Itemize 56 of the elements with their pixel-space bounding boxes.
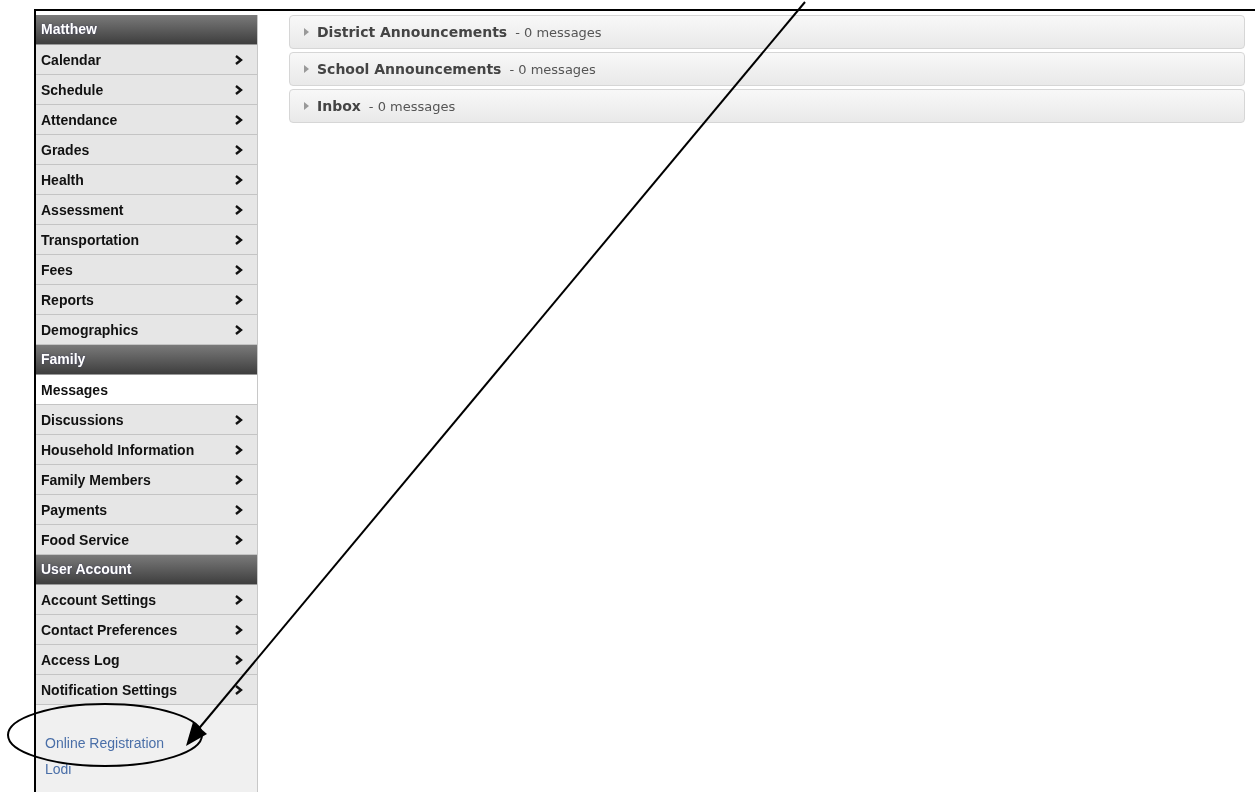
expand-triangle-icon bbox=[304, 65, 309, 73]
message-count: - 0 messages bbox=[515, 24, 602, 40]
chevron-icon bbox=[235, 414, 243, 425]
menu-item[interactable]: Food Service bbox=[36, 525, 257, 555]
menu-item[interactable]: Fees bbox=[36, 255, 257, 285]
chevron-icon bbox=[235, 84, 243, 95]
menu-item[interactable]: Health bbox=[36, 165, 257, 195]
link[interactable]: Lodi bbox=[45, 761, 72, 777]
chevron-icon bbox=[235, 204, 243, 215]
chevron-icon bbox=[235, 324, 243, 335]
chevron-icon bbox=[235, 54, 243, 65]
section-header: User Account bbox=[36, 555, 257, 585]
message-group-header[interactable]: District Announcements - 0 messages bbox=[289, 15, 1245, 49]
message-count: - 0 messages bbox=[509, 61, 596, 77]
menu-item[interactable]: Grades bbox=[36, 135, 257, 165]
chevron-icon bbox=[235, 624, 243, 635]
group-title: School Announcements bbox=[317, 61, 502, 77]
chevron-icon bbox=[235, 504, 243, 515]
expand-triangle-icon bbox=[304, 102, 309, 110]
menu-item[interactable]: Attendance bbox=[36, 105, 257, 135]
menu-item[interactable]: Notification Settings bbox=[36, 675, 257, 705]
chevron-icon bbox=[235, 264, 243, 275]
message-group-header[interactable]: School Announcements - 0 messages bbox=[289, 52, 1245, 86]
chevron-icon bbox=[235, 474, 243, 485]
menu-item[interactable]: Discussions bbox=[36, 405, 257, 435]
message-group-header[interactable]: Inbox - 0 messages bbox=[289, 89, 1245, 123]
chevron-icon bbox=[235, 534, 243, 545]
menu-item[interactable]: Access Log bbox=[36, 645, 257, 675]
chevron-icon bbox=[235, 234, 243, 245]
menu-item[interactable]: Household Information bbox=[36, 435, 257, 465]
menu-item[interactable]: Messages bbox=[36, 375, 257, 405]
menu-item[interactable]: Transportation bbox=[36, 225, 257, 255]
menu-item[interactable]: Account Settings bbox=[36, 585, 257, 615]
menu-item[interactable]: Family Members bbox=[36, 465, 257, 495]
chevron-icon bbox=[235, 594, 243, 605]
menu-item[interactable]: Contact Preferences bbox=[36, 615, 257, 645]
chevron-icon bbox=[235, 174, 243, 185]
link[interactable]: Online Registration bbox=[45, 735, 165, 751]
menu-item[interactable]: Calendar bbox=[36, 45, 257, 75]
menu-item[interactable]: Payments bbox=[36, 495, 257, 525]
section-header: Matthew bbox=[36, 15, 257, 45]
group-title: Inbox bbox=[317, 98, 361, 114]
menu-item[interactable]: Schedule bbox=[36, 75, 257, 105]
expand-triangle-icon bbox=[304, 28, 309, 36]
menu-item[interactable]: Demographics bbox=[36, 315, 257, 345]
menu-item[interactable]: Reports bbox=[36, 285, 257, 315]
section-header: Family bbox=[36, 345, 257, 375]
message-count: - 0 messages bbox=[368, 98, 456, 114]
chevron-icon bbox=[235, 114, 243, 125]
group-title: District Announcements bbox=[317, 24, 508, 40]
menu-item[interactable]: Assessment bbox=[36, 195, 257, 225]
chevron-icon bbox=[235, 654, 243, 665]
chevron-icon bbox=[235, 684, 243, 695]
chevron-icon bbox=[235, 444, 243, 455]
chevron-icon bbox=[235, 144, 243, 155]
chevron-icon bbox=[235, 294, 243, 305]
